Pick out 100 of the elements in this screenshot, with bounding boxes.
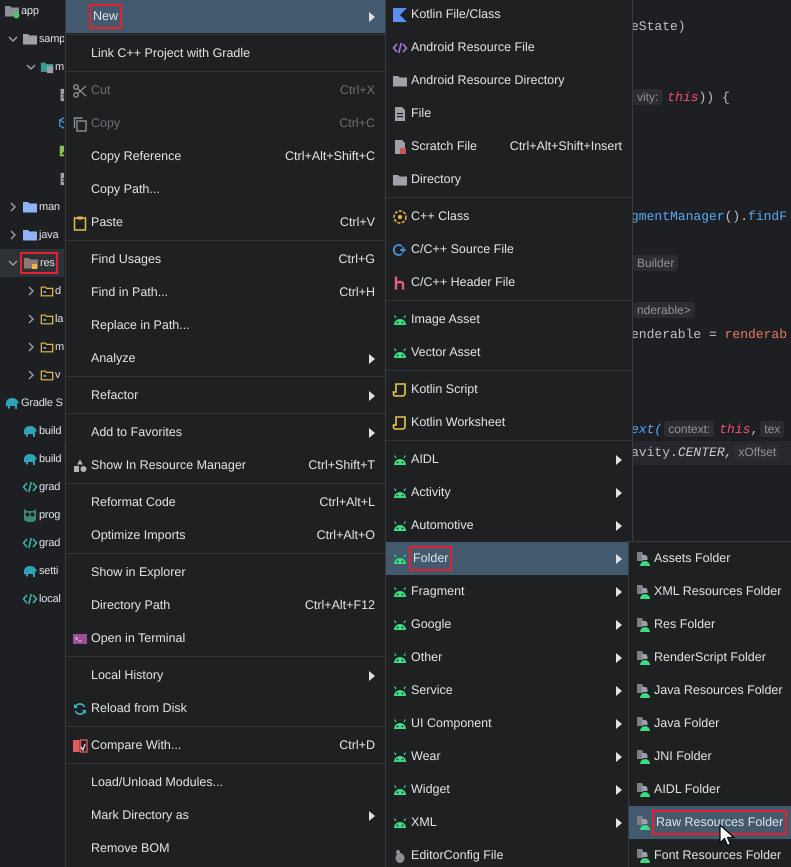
menu-item[interactable]: Font Resources Folder <box>629 839 791 867</box>
tree-item[interactable]: res <box>0 249 64 277</box>
menu-item[interactable]: Android Resource Directory <box>386 64 632 97</box>
tree-item[interactable]: v <box>0 361 64 389</box>
inlay-hint: nderable> <box>633 302 695 318</box>
tree-label: build <box>39 452 62 467</box>
tree-label: java <box>39 228 58 243</box>
tree-label: build <box>39 424 62 439</box>
tree-item[interactable]: build <box>0 445 64 473</box>
menu-item[interactable]: RenderScript Folder <box>629 641 791 674</box>
menu-item[interactable]: Assets Folder <box>629 542 791 575</box>
menu-item[interactable]: New <box>66 0 385 33</box>
menu-item[interactable]: Link C++ Project with Gradle <box>66 37 385 70</box>
menu-item[interactable]: Paste Ctrl+V <box>66 206 385 239</box>
menu-item[interactable]: Service <box>386 674 632 707</box>
menu-item[interactable]: Copy Path... <box>66 173 385 206</box>
elephant-icon <box>22 423 38 439</box>
tree-item[interactable]: m <box>0 53 64 81</box>
menu-item[interactable]: EditorConfig File <box>386 839 632 867</box>
menu-item[interactable]: Find Usages Ctrl+G <box>66 243 385 276</box>
menu-item[interactable]: JNI Folder <box>629 740 791 773</box>
menu-item[interactable]: Automotive <box>386 509 632 542</box>
menu-item[interactable]: C/C++ Source File <box>386 233 632 266</box>
menu-item[interactable]: Reformat Code Ctrl+Alt+L <box>66 486 385 519</box>
menu-item[interactable]: C/C++ Header File <box>386 266 632 299</box>
folder-icon <box>23 255 39 271</box>
menu-item[interactable]: Directory Path Ctrl+Alt+F12 <box>66 589 385 622</box>
menu-item[interactable]: Android Resource File <box>386 31 632 64</box>
menu-item[interactable]: Scratch File Ctrl+Alt+Shift+Insert <box>386 130 632 163</box>
menu-item[interactable]: Java Resources Folder <box>629 674 791 707</box>
menu-item[interactable]: Fragment <box>386 575 632 608</box>
tree-item[interactable]: d <box>0 277 64 305</box>
tree-item[interactable]: app <box>0 0 64 25</box>
menu-item[interactable]: C++ Class <box>386 200 632 233</box>
tree-item[interactable]: grad <box>0 473 64 501</box>
menu-item[interactable]: Optimize Imports Ctrl+Alt+O <box>66 519 385 552</box>
code-text: findF <box>748 208 788 224</box>
menu-item[interactable]: Show in Explorer <box>66 556 385 589</box>
menu-item[interactable]: UI Component <box>386 707 632 740</box>
tree-item[interactable]: prog <box>0 501 64 529</box>
code-text: enderable = <box>631 326 718 342</box>
menu-item[interactable]: Kotlin File/Class <box>386 0 632 31</box>
folder-icon <box>22 199 38 215</box>
menu-item[interactable]: Copy Reference Ctrl+Alt+Shift+C <box>66 140 385 173</box>
menu-item[interactable]: Add to Favorites <box>66 416 385 449</box>
tree-item[interactable]: man <box>0 193 64 221</box>
menu-item[interactable]: Refactor <box>66 379 385 412</box>
elephant-icon <box>22 451 38 467</box>
menu-item[interactable]: Remove BOM <box>66 832 385 865</box>
menu-item[interactable]: Replace in Path... <box>66 309 385 342</box>
menu-item[interactable]: Res Folder <box>629 608 791 641</box>
tree-item[interactable]: la <box>0 305 64 333</box>
tree-item[interactable]: grad <box>0 529 64 557</box>
code-text: (). <box>724 208 748 224</box>
menu-item[interactable]: Compare With... Ctrl+D <box>66 729 385 762</box>
refresh-icon <box>72 700 88 716</box>
menu-item[interactable]: Kotlin Script <box>386 373 632 406</box>
menu-item[interactable]: Raw Resources Folder <box>629 806 791 839</box>
menu-item[interactable]: Mark Directory as <box>66 799 385 832</box>
annotation-box: Folder <box>411 548 450 569</box>
inlay-hint: xOffset <box>734 444 780 460</box>
menu-item[interactable]: Google <box>386 608 632 641</box>
menu-item[interactable]: Widget <box>386 773 632 806</box>
menu-item[interactable]: Directory <box>386 163 632 196</box>
tree-item[interactable]: Gradle S <box>0 389 64 417</box>
menu-item[interactable]: Wear <box>386 740 632 773</box>
menu-item[interactable]: Activity <box>386 476 632 509</box>
menu-item[interactable]: XML Resources Folder <box>629 575 791 608</box>
tree-label: grad <box>39 480 60 495</box>
menu-item[interactable]: Vector Asset <box>386 336 632 369</box>
menu-item[interactable]: Open in Terminal <box>66 622 385 655</box>
tree-item[interactable]: setti <box>0 557 64 585</box>
document-icon <box>392 106 408 122</box>
tree-label: d <box>55 284 61 299</box>
elephant-icon <box>22 563 38 579</box>
menu-item[interactable]: Analyze <box>66 342 385 375</box>
tree-item[interactable]: m <box>0 333 64 361</box>
menu-item[interactable]: AIDL Folder <box>629 773 791 806</box>
folder-template-icon <box>635 550 651 566</box>
menu-item[interactable]: File <box>386 97 632 130</box>
code-text: , <box>750 422 758 437</box>
menu-item[interactable]: Reload from Disk <box>66 692 385 725</box>
menu-item[interactable]: Image Asset <box>386 303 632 336</box>
code-text: renderab <box>724 326 788 342</box>
menu-item[interactable]: Java Folder <box>629 707 791 740</box>
tree-label: la <box>55 312 64 327</box>
menu-item[interactable]: Local History <box>66 659 385 692</box>
tree-item[interactable]: java <box>0 221 64 249</box>
copy-icon <box>72 116 88 132</box>
tree-item[interactable]: local <box>0 585 64 613</box>
code-text: avity. <box>631 445 678 460</box>
code-text: this <box>719 422 750 437</box>
menu-item[interactable]: Kotlin Worksheet <box>386 406 632 439</box>
menu-item[interactable]: Load/Unload Modules... <box>66 766 385 799</box>
menu-item[interactable]: Other <box>386 641 632 674</box>
menu-item[interactable]: Find in Path... Ctrl+H <box>66 276 385 309</box>
tree-item[interactable]: build <box>0 417 64 445</box>
menu-item[interactable]: AIDL <box>386 443 632 476</box>
menu-item[interactable]: Show In Resource Manager Ctrl+Shift+T <box>66 449 385 482</box>
menu-item[interactable]: XML <box>386 806 632 839</box>
